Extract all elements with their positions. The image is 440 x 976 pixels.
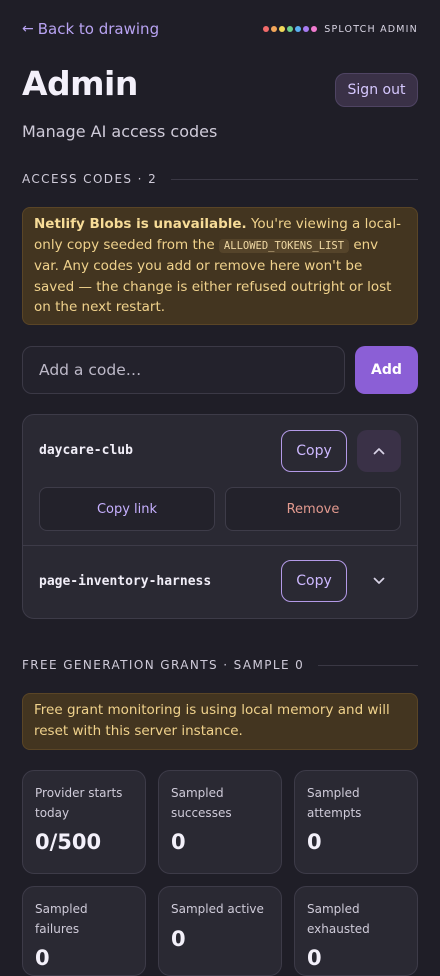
brand-name: SPLOTCH ADMIN (324, 23, 418, 35)
chevron-up-icon (373, 448, 385, 455)
brand-dot (303, 26, 310, 32)
brand-dot (279, 26, 286, 32)
stat-value: 0 (307, 830, 322, 854)
add-code-input[interactable]: Add a code… (22, 346, 345, 394)
brand-dot (287, 26, 294, 32)
brand-dot (263, 26, 270, 32)
back-to-drawing-link[interactable]: ← Back to drawing (22, 20, 159, 38)
copy-link-button[interactable]: Copy link (39, 487, 215, 531)
brand-dot (271, 26, 278, 32)
access-codes-list: daycare-club Copy Copy link Remove page-… (22, 414, 418, 619)
brand: SPLOTCH ADMIN (263, 24, 418, 35)
section-divider (318, 664, 418, 666)
copy-code-button[interactable]: Copy (281, 430, 347, 472)
stat-label: Sampled successes (171, 786, 232, 820)
row-divider (23, 545, 417, 546)
grants-section-header: FREE GENERATION GRANTS · SAMPLE 0 (22, 658, 418, 672)
collapse-chevron-up-icon[interactable] (357, 430, 401, 472)
remove-code-button[interactable]: Remove (225, 487, 401, 531)
code-name-page-inventory-harness: page-inventory-harness (39, 574, 212, 589)
chevron-down-icon (373, 577, 385, 584)
expand-chevron-down-icon[interactable] (357, 560, 401, 602)
arrow-left-icon: ← (22, 21, 34, 37)
stat-card-sampled-attempts: Sampled attempts 0 (294, 770, 418, 874)
stat-card-sampled-exhausted: Sampled exhausted 0 (294, 886, 418, 976)
stat-card-provider-starts: Provider starts today 0/500 (22, 770, 146, 874)
top-bar: ← Back to drawing SPLOTCH ADMIN (22, 19, 418, 39)
blobs-unavailable-warning: Netlify Blobs is unavailable. You're vie… (22, 207, 418, 325)
stat-label: Sampled exhausted (307, 902, 370, 936)
stat-value: 0 (35, 946, 50, 970)
env-var-code: ALLOWED_TOKENS_LIST (218, 238, 350, 253)
stat-value: 0/500 (35, 830, 102, 854)
page-subtitle: Manage AI access codes (22, 122, 218, 141)
brand-dot (295, 26, 302, 32)
stat-value: 0 (307, 946, 322, 970)
page-title: Admin (22, 64, 138, 103)
back-label: Back to drawing (37, 20, 160, 38)
stat-card-sampled-active: Sampled active 0 (158, 886, 282, 976)
stat-card-sampled-failures: Sampled failures 0 (22, 886, 146, 976)
sign-out-button[interactable]: Sign out (335, 73, 418, 107)
stat-label: Sampled attempts (307, 786, 362, 820)
section-divider (171, 178, 418, 180)
stat-label: Sampled failures (35, 902, 88, 936)
add-code-button[interactable]: Add (355, 346, 418, 394)
stat-label: Provider starts today (35, 786, 123, 820)
brand-color-dots (263, 26, 318, 32)
add-code-placeholder: Add a code… (39, 361, 142, 379)
access-codes-section-header: ACCESS CODES · 2 (22, 172, 418, 186)
grants-section-label: FREE GENERATION GRANTS · SAMPLE 0 (22, 658, 305, 672)
stat-card-sampled-successes: Sampled successes 0 (158, 770, 282, 874)
stat-value: 0 (171, 830, 186, 854)
grant-monitoring-warning: Free grant monitoring is using local mem… (22, 693, 418, 750)
stat-label: Sampled active (171, 902, 264, 916)
stat-value: 0 (171, 926, 186, 951)
copy-code-button[interactable]: Copy (281, 560, 347, 602)
access-codes-section-label: ACCESS CODES · 2 (22, 172, 158, 186)
code-name-daycare-club: daycare-club (39, 443, 133, 458)
brand-dot (311, 26, 318, 32)
warning-bold-text: Netlify Blobs is unavailable. (34, 216, 247, 232)
